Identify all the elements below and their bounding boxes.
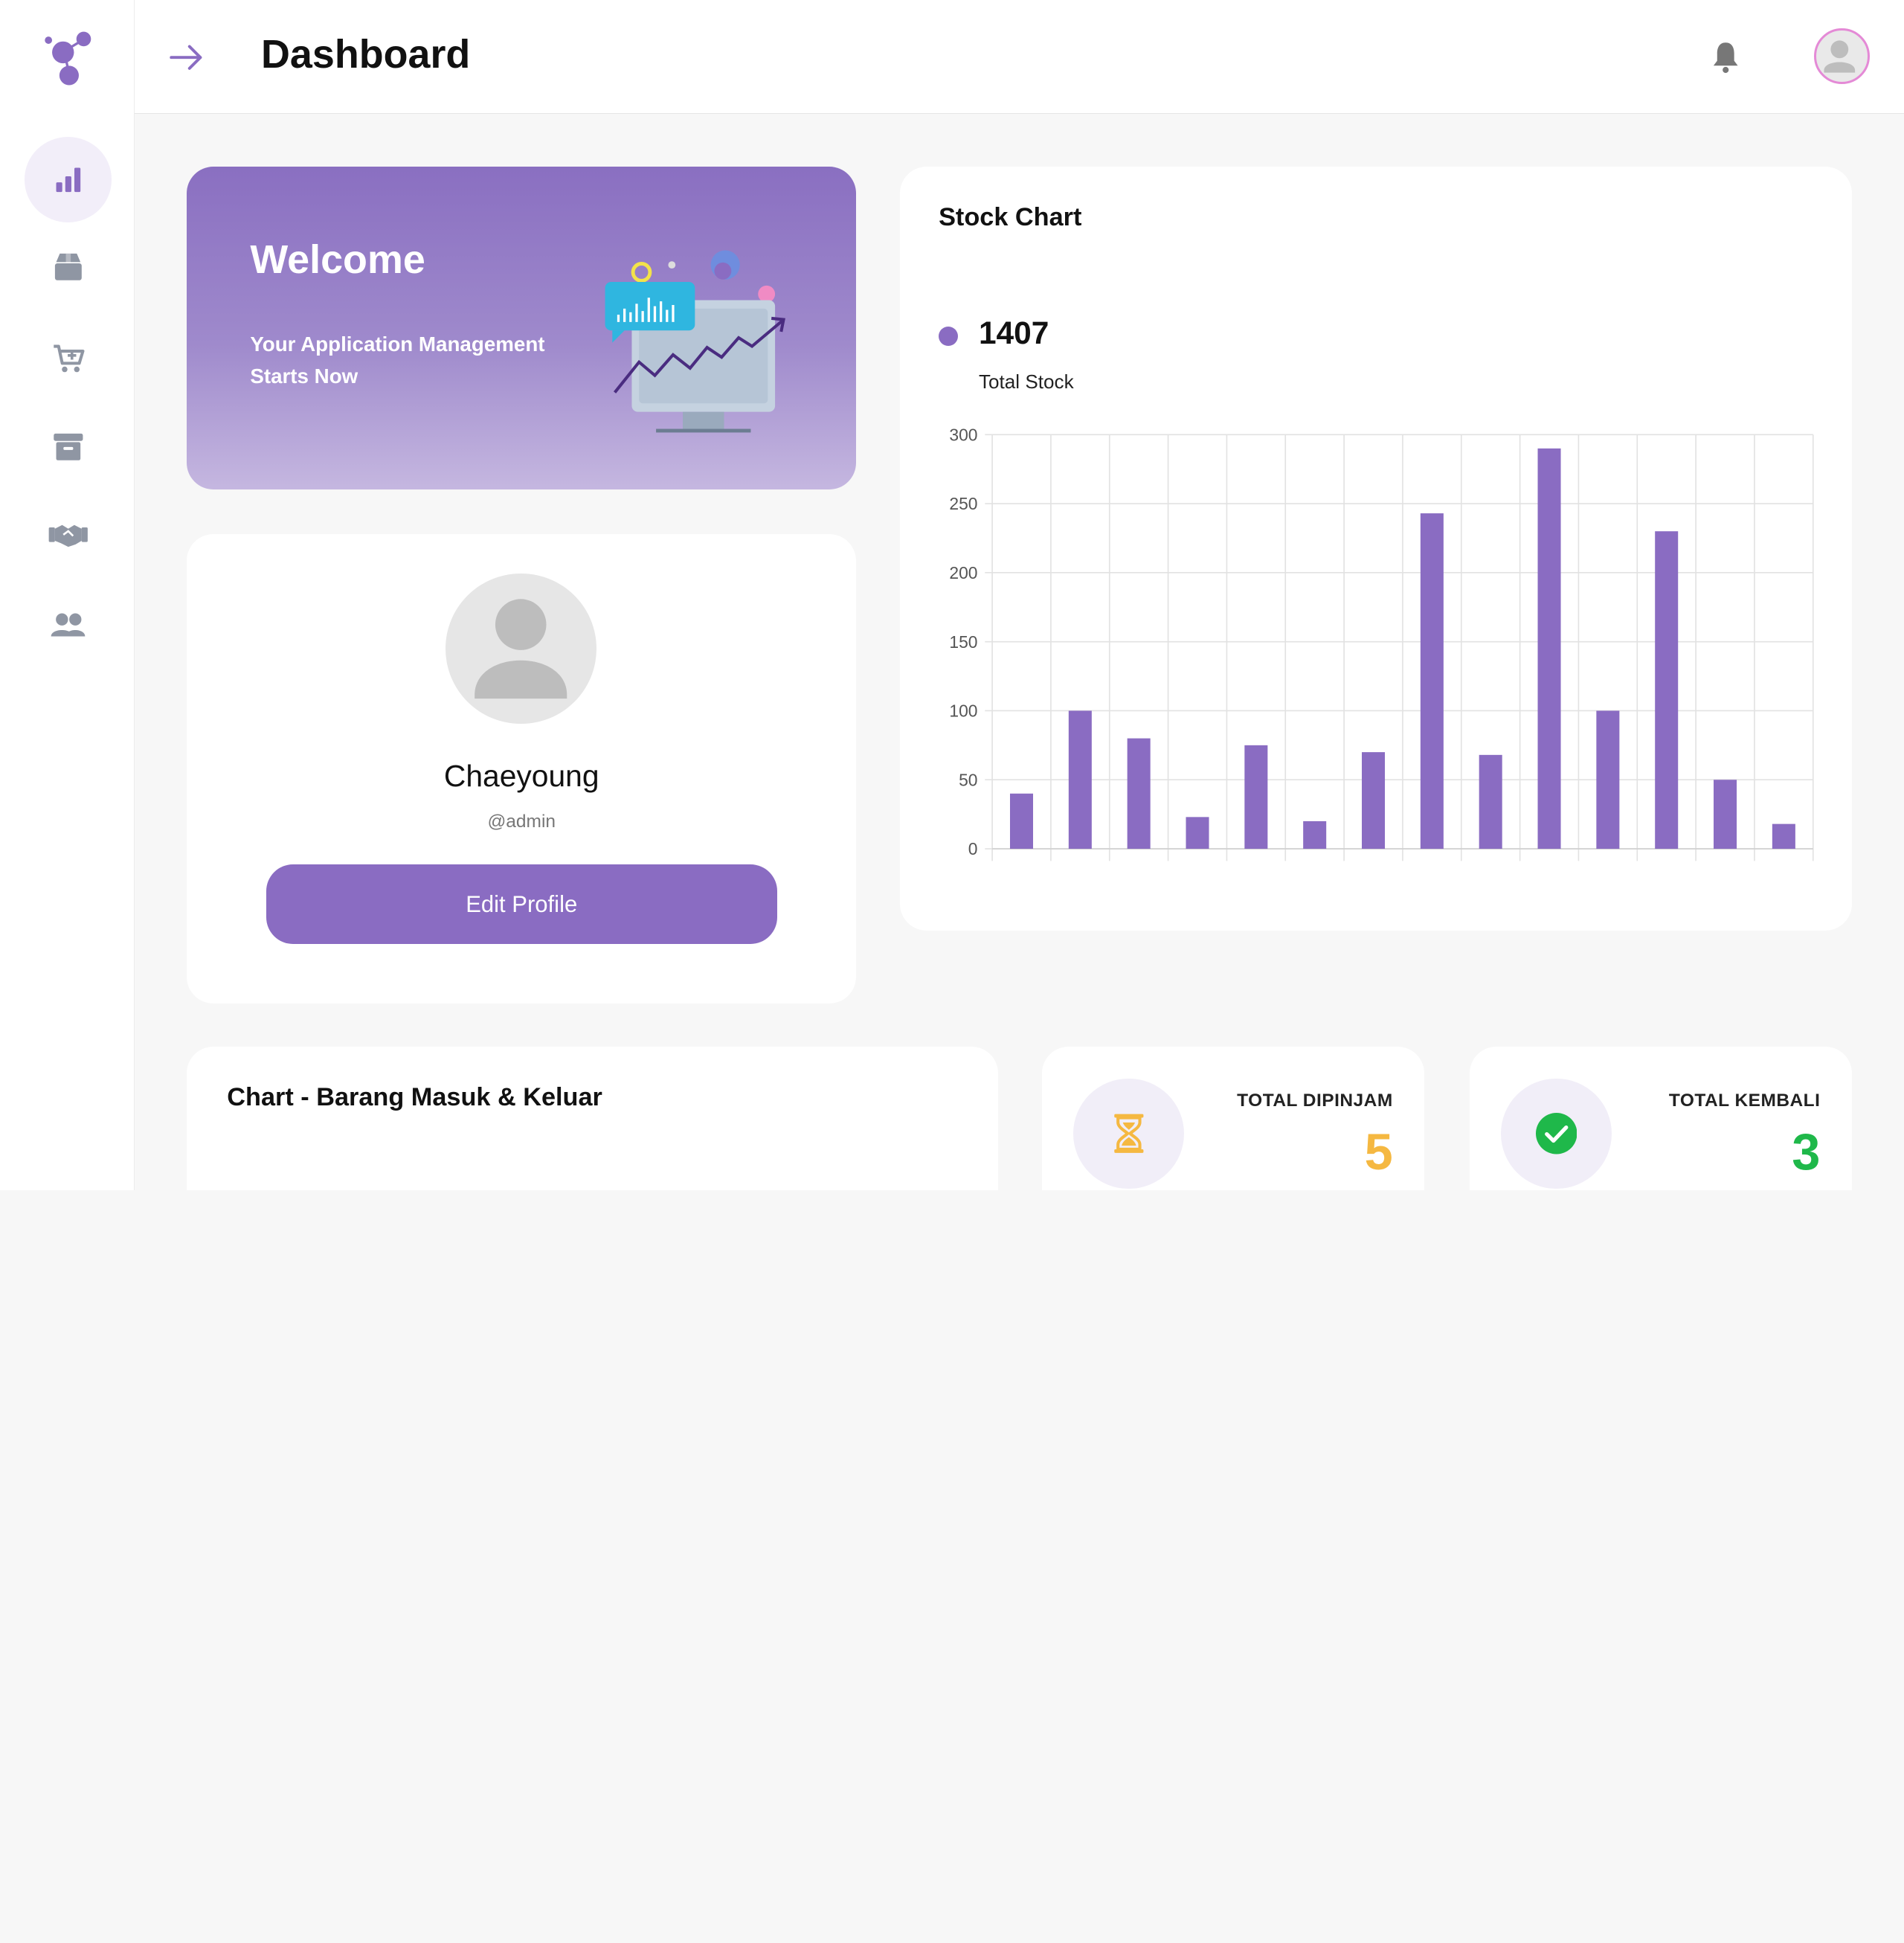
sidebar-item-products[interactable] (25, 225, 112, 309)
total-kembali-value: 3 (1792, 1123, 1821, 1181)
profile-name: Chaeyoung (443, 759, 599, 794)
stock-bar (1655, 531, 1679, 850)
user-avatar-icon (1824, 39, 1856, 73)
y-tick-label: 300 (949, 425, 977, 445)
sidebar-item-users[interactable] (25, 583, 112, 668)
top-header: Dashboard (135, 0, 1904, 115)
total-kembali-card: TOTAL KEMBALI 3 (1469, 1047, 1852, 1191)
total-kembali-label: TOTAL KEMBALI (1668, 1091, 1821, 1111)
stock-bar-chart: 0 50 100 150 200 250 300 (949, 425, 1814, 861)
molecule-logo-icon[interactable] (42, 30, 94, 86)
y-tick-label: 50 (959, 771, 977, 790)
stock-bar (1127, 738, 1151, 850)
box-icon (54, 254, 82, 281)
stock-chart-card: Stock Chart 1407 Total Stock 0 50 100 150 20… (899, 166, 1852, 931)
stock-bar (1068, 710, 1092, 850)
check-icon-circle (1501, 1078, 1612, 1189)
stock-bar (1537, 449, 1561, 850)
y-tick-label: 200 (949, 563, 977, 582)
stock-bar (1009, 794, 1033, 850)
cart-plus-icon (53, 344, 85, 373)
stock-bar (1713, 780, 1737, 850)
hourglass-icon (1113, 1114, 1144, 1154)
stock-bar (1361, 752, 1385, 850)
stock-bar (1420, 513, 1444, 850)
stock-indicator-dot (939, 327, 959, 347)
welcome-card: Welcome Your Application Management Star… (187, 166, 857, 489)
users-icon (51, 613, 86, 637)
handshake-icon (48, 524, 88, 547)
sidebar-item-loans[interactable] (25, 492, 112, 577)
arrow-right-icon[interactable] (169, 42, 205, 73)
total-dipinjam-value: 5 (1364, 1123, 1393, 1181)
stock-total-label: Total Stock (978, 370, 1074, 393)
total-dipinjam-card: TOTAL DIPINJAM 5 (1041, 1047, 1425, 1191)
edit-profile-button[interactable]: Edit Profile (266, 864, 777, 944)
analytics-illustration-icon (605, 250, 785, 433)
sidebar (0, 0, 135, 1191)
profile-avatar (446, 573, 596, 725)
stock-bar (1244, 745, 1268, 850)
stock-bar (1479, 755, 1502, 850)
hourglass-icon-circle (1073, 1078, 1184, 1189)
profile-handle: @admin (487, 811, 556, 832)
y-tick-label: 100 (949, 701, 977, 721)
stock-bar (1186, 817, 1209, 850)
avatar[interactable] (1814, 28, 1871, 84)
stock-total: 1407 (978, 315, 1049, 351)
sidebar-item-dashboard[interactable] (24, 137, 112, 222)
dashboard-page: Dashboard Welcome Your Application Manag… (0, 0, 1904, 1191)
check-circle-icon (1535, 1113, 1577, 1154)
user-avatar-icon (475, 598, 567, 698)
page-title: Dashboard (261, 32, 471, 77)
stock-bar (1596, 710, 1620, 850)
total-dipinjam-label: TOTAL DIPINJAM (1237, 1091, 1393, 1111)
y-tick-label: 0 (968, 839, 978, 858)
profile-card: Chaeyoung @admin Edit Profile (187, 534, 857, 1003)
stock-bar (1303, 821, 1327, 850)
y-tick-label: 250 (949, 494, 977, 513)
sidebar-item-archive[interactable] (25, 405, 112, 489)
sidebar-item-purchase[interactable] (25, 316, 112, 401)
welcome-subtitle: Your Application Management Starts Now (250, 333, 545, 388)
archive-icon (53, 433, 83, 460)
welcome-title: Welcome (250, 237, 425, 283)
bar-chart-icon (56, 167, 80, 192)
stock-chart-title: Stock Chart (939, 202, 1082, 231)
barang-chart-card: Chart - Barang Masuk & Keluar (187, 1047, 999, 1191)
y-tick-label: 150 (949, 632, 977, 652)
barang-chart-title: Chart - Barang Masuk & Keluar (227, 1083, 602, 1112)
stock-bar (1772, 823, 1795, 850)
bell-icon[interactable] (1710, 40, 1741, 74)
